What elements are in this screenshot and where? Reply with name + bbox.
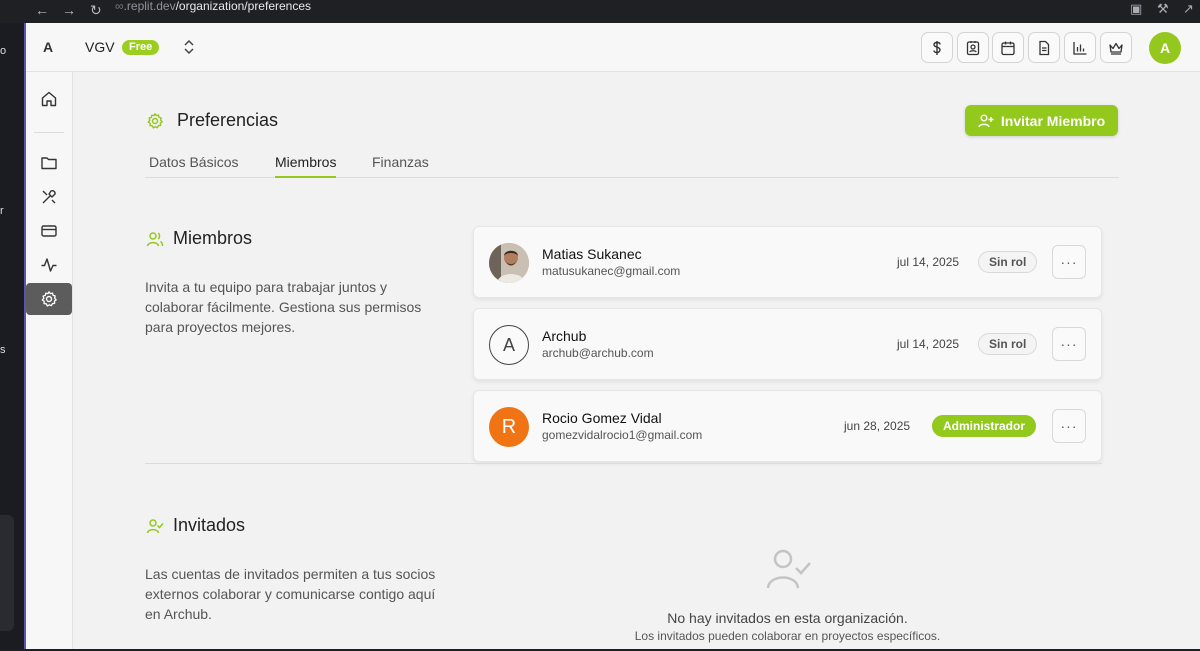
wrench-icon[interactable]: ⚒ xyxy=(1157,1,1169,17)
activity-icon xyxy=(41,258,57,272)
user-avatar[interactable]: A xyxy=(1149,32,1181,64)
member-email: matusukanec@gmail.com xyxy=(542,264,681,278)
member-card: R Rocio Gomez Vidal gomezvidalrocio1@gma… xyxy=(473,390,1102,462)
crown-icon xyxy=(1109,42,1123,55)
dollar-icon xyxy=(933,40,941,55)
user-plus-icon xyxy=(978,114,994,127)
member-name: Archub xyxy=(542,328,587,344)
sidebar-item-settings[interactable] xyxy=(26,283,72,315)
contact-card-icon xyxy=(966,40,980,55)
document-icon xyxy=(1039,40,1050,55)
invite-button-label: Invitar Miembro xyxy=(1000,112,1106,129)
strip-char: o xyxy=(0,45,7,57)
member-photo xyxy=(489,243,529,283)
tab-bar: Datos Básicos Miembros Finanzas xyxy=(145,154,1119,178)
app-window: A VGV Free A Preferencias Invitar Miembr… xyxy=(26,23,1200,649)
member-card: A Archub archub@archub.com jul 14, 2025 … xyxy=(473,308,1102,380)
tab-miembros[interactable]: Miembros xyxy=(275,154,337,178)
external-link-icon[interactable]: ↗ xyxy=(1183,1,1194,17)
top-bar: A VGV Free A xyxy=(26,23,1200,72)
sidebar-item-projects[interactable] xyxy=(26,147,72,179)
avatar: R xyxy=(489,407,529,447)
tab-finanzas[interactable]: Finanzas xyxy=(372,154,429,178)
calendar-button[interactable] xyxy=(992,32,1024,63)
guests-section-description: Las cuentas de invitados permiten a tus … xyxy=(145,566,436,622)
strip-char: r xyxy=(0,205,4,217)
sidebar-divider xyxy=(34,132,64,133)
sidebar-item-activity[interactable] xyxy=(26,249,72,281)
gear-icon xyxy=(41,291,57,307)
background-window-strip: o r s xyxy=(0,23,26,649)
section-divider xyxy=(145,463,1102,464)
reload-icon[interactable]: ↻ xyxy=(90,2,102,19)
credit-card-icon xyxy=(41,225,57,237)
organization-name[interactable]: VGV xyxy=(85,39,115,55)
url-host: .replit.dev xyxy=(123,0,176,13)
contacts-button[interactable] xyxy=(957,32,989,63)
plan-badge: Free xyxy=(122,40,160,55)
member-date: jul 14, 2025 xyxy=(897,337,960,351)
more-options-button[interactable]: ··· xyxy=(1052,409,1086,443)
plan-button[interactable] xyxy=(1100,32,1132,63)
role-badge[interactable]: Sin rol xyxy=(978,333,1038,355)
gear-icon xyxy=(147,113,163,129)
finance-button[interactable] xyxy=(921,32,953,63)
member-name: Matias Sukanec xyxy=(542,246,642,262)
tools-icon xyxy=(42,189,56,204)
empty-state-title: No hay invitados en esta organización. xyxy=(667,610,908,626)
member-card: Matias Sukanec matusukanec@gmail.com jul… xyxy=(473,226,1102,298)
user-check-icon xyxy=(766,549,811,589)
address-bar[interactable]: ∞.replit.dev/organization/preferences xyxy=(115,0,311,14)
strip-char: s xyxy=(0,344,6,356)
member-date: jun 28, 2025 xyxy=(844,419,911,433)
strip-panel xyxy=(0,515,14,631)
members-section-description: Invita a tu equipo para trabajar juntos … xyxy=(145,279,422,335)
bar-chart-icon xyxy=(1073,41,1087,55)
role-badge[interactable]: Sin rol xyxy=(978,251,1038,273)
analytics-button[interactable] xyxy=(1064,32,1096,63)
member-date: jul 14, 2025 xyxy=(897,255,960,269)
sidebar xyxy=(26,72,73,649)
link-icon: ∞ xyxy=(115,0,124,13)
forward-icon[interactable]: → xyxy=(62,2,76,18)
chevron-up-down-icon[interactable] xyxy=(182,38,196,56)
user-check-icon xyxy=(146,519,164,534)
browser-toolbar: ← → ↻ ∞.replit.dev/organization/preferen… xyxy=(0,0,1200,23)
empty-state-subtitle: Los invitados pueden colaborar en proyec… xyxy=(634,629,941,643)
member-email: gomezvidalrocio1@gmail.com xyxy=(542,428,703,442)
back-icon[interactable]: ← xyxy=(35,2,49,18)
more-options-button[interactable]: ··· xyxy=(1052,327,1086,361)
home-icon xyxy=(41,91,57,107)
folder-icon xyxy=(41,157,57,170)
calendar-icon xyxy=(1001,41,1015,55)
role-badge[interactable]: Administrador xyxy=(932,415,1037,437)
sidebar-item-billing[interactable] xyxy=(26,215,72,247)
app-logo[interactable]: A xyxy=(43,39,53,55)
sidebar-item-tools[interactable] xyxy=(26,181,72,213)
member-email: archub@archub.com xyxy=(542,346,654,360)
devices-icon[interactable]: ▣ xyxy=(1130,1,1142,17)
avatar xyxy=(489,243,529,283)
tab-datos-basicos[interactable]: Datos Básicos xyxy=(149,154,238,178)
more-options-button[interactable]: ··· xyxy=(1052,245,1086,279)
url-path: /organization/preferences xyxy=(175,0,312,13)
avatar: A xyxy=(489,325,529,365)
documents-button[interactable] xyxy=(1028,32,1060,63)
member-name: Rocio Gomez Vidal xyxy=(542,410,662,426)
sidebar-item-home[interactable] xyxy=(26,83,72,115)
members-section-title: Miembros xyxy=(173,228,253,248)
main-content: Preferencias Invitar Miembro Datos Básic… xyxy=(73,72,1200,649)
guests-section-title: Invitados xyxy=(173,515,246,535)
invite-member-button[interactable]: Invitar Miembro xyxy=(965,105,1118,136)
users-icon xyxy=(146,232,164,247)
page-title: Preferencias xyxy=(177,110,279,130)
